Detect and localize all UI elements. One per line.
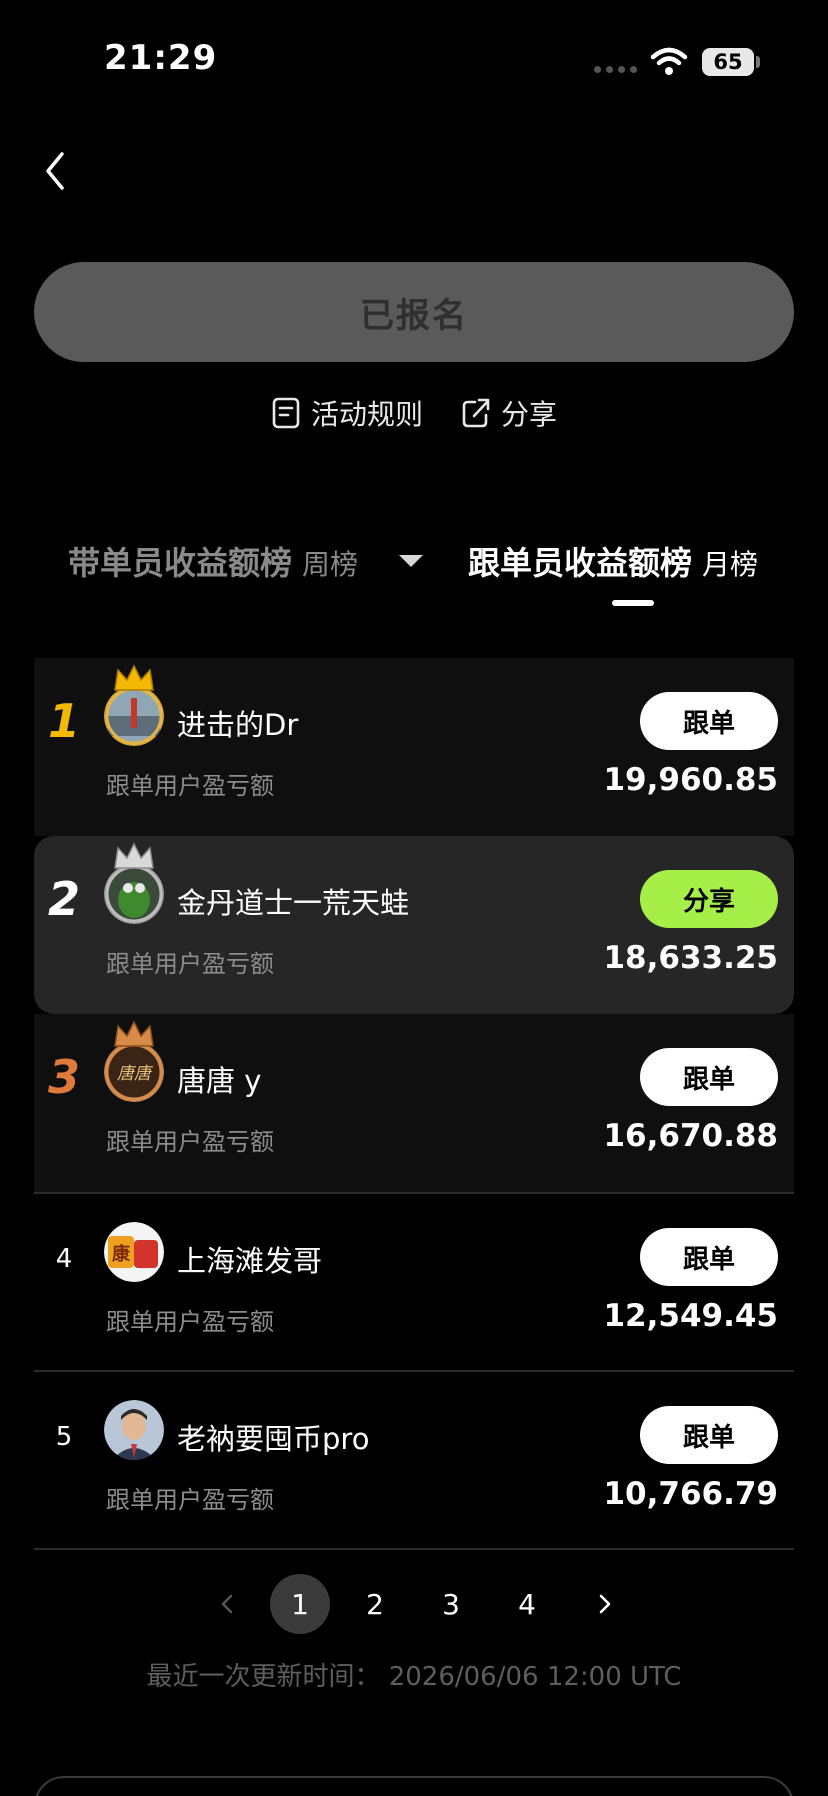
bottom-card-edge bbox=[34, 1776, 794, 1796]
avatar-container: 唐唐 bbox=[104, 1020, 164, 1102]
share-link[interactable]: 分享 bbox=[461, 388, 557, 438]
signed-up-button[interactable]: 已报名 bbox=[34, 262, 794, 362]
metric-label: 跟单用户盈亏额 bbox=[106, 772, 274, 800]
rank-number: 3 bbox=[47, 1050, 80, 1104]
user-name[interactable]: 进击的Dr bbox=[177, 702, 298, 744]
rank-number: 5 bbox=[55, 1422, 73, 1452]
last-update-time: 最近一次更新时间： 2026/06/06 12:00 UTC bbox=[146, 1662, 682, 1692]
status-bar: 21:29 65 bbox=[0, 0, 828, 110]
rank-number: 2 bbox=[47, 872, 80, 926]
tab-period: 周榜 bbox=[302, 548, 359, 581]
battery-tip bbox=[756, 56, 760, 68]
svg-text:唐唐: 唐唐 bbox=[117, 1064, 154, 1084]
profit-amount: 10,766.79 bbox=[603, 1476, 778, 1512]
follow-button[interactable]: 跟单 bbox=[640, 1228, 778, 1286]
share-label: 分享 bbox=[501, 398, 558, 431]
page-2-button[interactable]: 2 bbox=[345, 1574, 405, 1634]
avatar-container bbox=[104, 842, 164, 924]
activity-rules-link[interactable]: 活动规则 bbox=[271, 388, 423, 438]
ranking-row[interactable]: 5 老衲要囤币pro 跟单用户盈亏额 跟单 10,766.79 bbox=[34, 1370, 794, 1548]
metric-label: 跟单用户盈亏额 bbox=[106, 950, 274, 978]
back-button[interactable] bbox=[36, 146, 76, 196]
chevron-right-icon[interactable] bbox=[590, 1588, 620, 1620]
tab-title: 带单员收益额榜 bbox=[68, 544, 293, 582]
crown-icon bbox=[114, 1020, 154, 1047]
profit-amount: 12,549.45 bbox=[603, 1298, 778, 1334]
tab-title: 跟单员收益额榜 bbox=[468, 544, 693, 582]
avatar-container bbox=[104, 664, 164, 746]
triangle-down-icon[interactable] bbox=[396, 552, 426, 570]
ranking-row[interactable]: 4 康 上海滩发哥 跟单用户盈亏额 跟单 12,549.45 bbox=[34, 1192, 794, 1370]
pagination: 1 2 3 4 bbox=[0, 1574, 828, 1634]
list-divider bbox=[34, 1548, 794, 1550]
avatar bbox=[104, 864, 164, 924]
user-name[interactable]: 金丹道士一荒天蛙 bbox=[177, 880, 409, 922]
rank-number: 1 bbox=[47, 694, 80, 748]
external-share-icon bbox=[462, 398, 490, 428]
follow-button[interactable]: 跟单 bbox=[640, 1406, 778, 1464]
avatar bbox=[104, 1400, 164, 1460]
activity-rules-label: 活动规则 bbox=[310, 398, 423, 431]
user-name[interactable]: 上海滩发哥 bbox=[177, 1238, 322, 1280]
profit-amount: 16,670.88 bbox=[603, 1118, 778, 1154]
ranking-row[interactable]: 3 唐唐 唐唐 y 跟单用户盈亏额 跟单 16,670.88 bbox=[34, 1014, 794, 1192]
page-4-button[interactable]: 4 bbox=[497, 1574, 557, 1634]
profit-amount: 18,633.25 bbox=[603, 940, 778, 976]
avatar-container bbox=[104, 1400, 164, 1460]
status-time: 21:29 bbox=[104, 38, 218, 78]
crown-icon bbox=[114, 664, 154, 691]
svg-text:康: 康 bbox=[112, 1243, 131, 1265]
cellular-signal-icon bbox=[594, 66, 637, 73]
active-tab-indicator bbox=[612, 600, 654, 606]
ranking-list: 1 进击的Dr 跟单用户盈亏额 跟单 19,960.85 2 金丹道士一荒天蛙 … bbox=[34, 658, 794, 1550]
avatar: 唐唐 bbox=[104, 1042, 164, 1102]
follow-button[interactable]: 跟单 bbox=[640, 692, 778, 750]
tab-period: 月榜 bbox=[702, 548, 759, 581]
metric-label: 跟单用户盈亏额 bbox=[106, 1128, 274, 1156]
avatar bbox=[104, 686, 164, 746]
page-3-button[interactable]: 3 bbox=[421, 1574, 481, 1634]
crown-icon bbox=[114, 842, 154, 869]
page-1-button[interactable]: 1 bbox=[270, 1574, 330, 1634]
user-name[interactable]: 唐唐 y bbox=[177, 1058, 261, 1100]
tab-leader-profit-ranking[interactable]: 带单员收益额榜 周榜 bbox=[68, 538, 358, 584]
avatar-container: 康 bbox=[104, 1222, 164, 1282]
metric-label: 跟单用户盈亏额 bbox=[106, 1308, 274, 1336]
links-row: 活动规则 分享 bbox=[0, 388, 828, 438]
battery-indicator: 65 bbox=[702, 48, 754, 76]
chevron-left-icon[interactable] bbox=[212, 1588, 242, 1620]
tab-follower-profit-ranking[interactable]: 跟单员收益额榜 月榜 bbox=[468, 538, 758, 584]
ranking-row[interactable]: 1 进击的Dr 跟单用户盈亏额 跟单 19,960.85 bbox=[34, 658, 794, 836]
metric-label: 跟单用户盈亏额 bbox=[106, 1486, 274, 1514]
profit-amount: 19,960.85 bbox=[603, 762, 778, 798]
share-button[interactable]: 分享 bbox=[640, 870, 778, 928]
follow-button[interactable]: 跟单 bbox=[640, 1048, 778, 1106]
document-icon bbox=[272, 397, 300, 429]
user-name[interactable]: 老衲要囤币pro bbox=[177, 1416, 369, 1458]
avatar: 康 bbox=[104, 1222, 164, 1282]
wifi-icon bbox=[650, 47, 688, 75]
rank-number: 4 bbox=[55, 1244, 73, 1274]
ranking-row-current-user[interactable]: 2 金丹道士一荒天蛙 跟单用户盈亏额 分享 18,633.25 bbox=[34, 836, 794, 1014]
